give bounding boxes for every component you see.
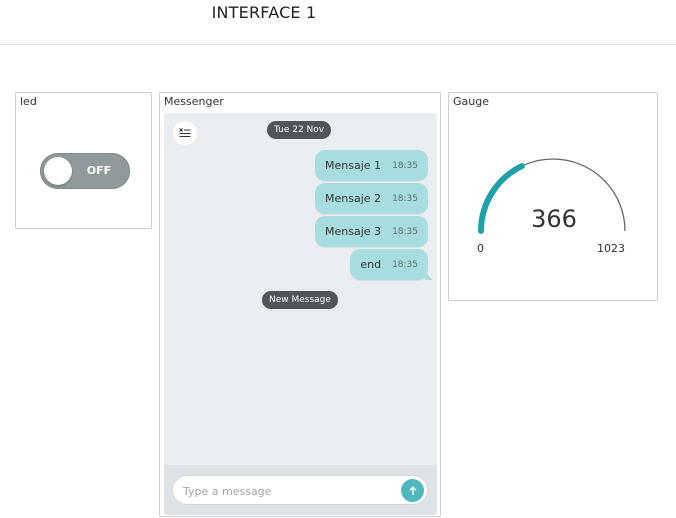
message-area[interactable]: Tue 22 Nov Mensaje 1 18:35 Mensaje 2 18:… <box>164 113 437 515</box>
gauge-value: 366 <box>531 205 577 233</box>
toggle-state-label: OFF <box>86 164 112 177</box>
gauge-widget: Gauge 366 0 1023 <box>448 92 658 301</box>
message-time: 18:35 <box>392 160 418 171</box>
clear-list-icon <box>179 128 191 137</box>
app-header: INTERFACE 1 <box>0 0 676 45</box>
message-bubble: Mensaje 3 18:35 <box>315 216 428 247</box>
date-separator: Tue 22 Nov <box>267 121 332 139</box>
gauge-dial <box>478 158 626 234</box>
message-bubble: Mensaje 2 18:35 <box>315 183 428 214</box>
page-title: INTERFACE 1 <box>211 3 317 22</box>
message-bubble: Mensaje 1 18:35 <box>315 150 428 181</box>
message-bubble: end 18:35 <box>350 249 433 280</box>
message-time: 18:35 <box>392 259 418 270</box>
clear-messages-button[interactable] <box>173 121 197 145</box>
led-widget: led OFF <box>15 92 152 229</box>
message-text: end <box>360 258 382 271</box>
new-message-indicator[interactable]: New Message <box>262 291 338 309</box>
bubble-tail <box>425 272 433 280</box>
led-toggle-switch[interactable]: OFF <box>40 153 130 189</box>
message-input-bar <box>164 465 437 515</box>
message-text: Mensaje 3 <box>325 225 382 238</box>
messenger-widget-title: Messenger <box>164 95 224 108</box>
message-time: 18:35 <box>392 226 418 237</box>
gauge-max-label: 1023 <box>597 242 625 255</box>
message-text: Mensaje 1 <box>325 159 382 172</box>
arrow-up-icon <box>409 485 416 495</box>
led-widget-title: led <box>20 95 37 108</box>
messenger-widget: Messenger Tue 22 Nov Mensaje 1 18:35 Men… <box>159 92 441 517</box>
message-time: 18:35 <box>392 193 418 204</box>
toggle-knob <box>44 157 72 185</box>
message-input-box <box>172 475 428 505</box>
gauge-min-label: 0 <box>477 242 484 255</box>
message-text: Mensaje 2 <box>325 192 382 205</box>
send-button[interactable] <box>401 479 424 502</box>
message-input[interactable] <box>183 480 393 502</box>
